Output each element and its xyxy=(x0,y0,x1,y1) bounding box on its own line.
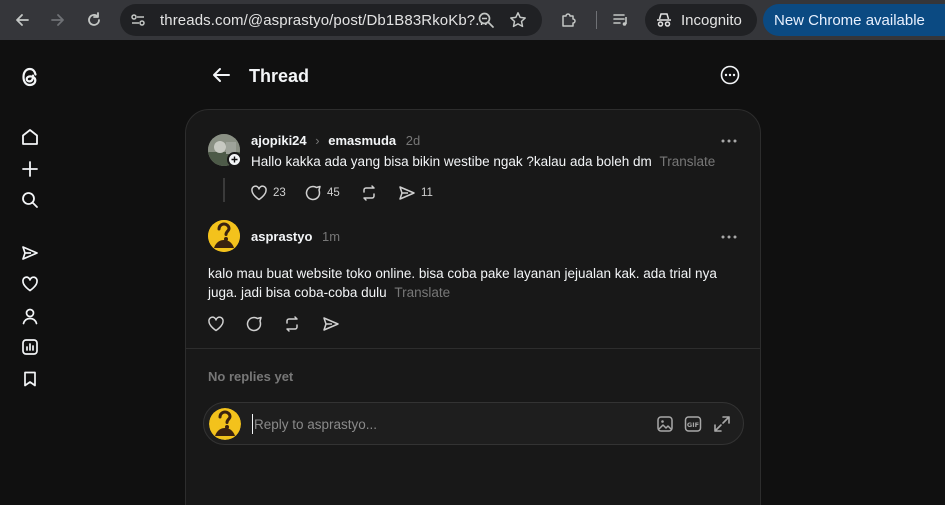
author-name[interactable]: ajopiki24 xyxy=(251,133,307,148)
thread-header: Thread xyxy=(186,40,760,110)
post-time: 1m xyxy=(322,229,341,244)
post-menu-button[interactable] xyxy=(719,134,739,148)
comment-count: 45 xyxy=(327,187,340,199)
post-text: kalo mau buat website toko online. bisa … xyxy=(208,266,717,300)
more-horizontal-icon xyxy=(721,235,737,239)
create-icon[interactable] xyxy=(19,158,41,180)
repost-icon xyxy=(286,316,298,332)
heart-icon[interactable] xyxy=(19,273,41,295)
comment-button[interactable]: 45 xyxy=(304,184,340,202)
repost-button[interactable] xyxy=(283,315,306,333)
heart-icon xyxy=(208,316,224,332)
avatar xyxy=(209,408,241,440)
post-username[interactable]: asprastyo 1m xyxy=(251,229,340,244)
avatar[interactable] xyxy=(208,220,240,252)
thread-line xyxy=(223,178,225,202)
more-options-button[interactable] xyxy=(720,65,740,85)
translate-link[interactable]: Translate xyxy=(394,285,450,300)
send-icon[interactable] xyxy=(19,242,41,264)
media-controls-icon[interactable] xyxy=(607,6,635,34)
share-button[interactable] xyxy=(322,315,345,333)
threads-logo-icon[interactable] xyxy=(19,66,41,88)
insights-icon[interactable] xyxy=(19,336,41,358)
share-button[interactable]: 11 xyxy=(398,184,433,202)
follow-plus-icon[interactable] xyxy=(227,152,242,167)
send-icon xyxy=(399,186,415,200)
back-button[interactable] xyxy=(210,64,234,88)
update-chrome-button[interactable]: New Chrome available xyxy=(763,4,945,36)
extensions-icon[interactable] xyxy=(555,6,583,34)
browser-toolbar: threads.com/@asprastyo/post/Db1B83RkoKb?… xyxy=(0,0,945,40)
home-icon[interactable] xyxy=(19,126,41,148)
gif-icon[interactable]: GIF xyxy=(682,413,704,435)
saved-icon[interactable] xyxy=(19,368,41,390)
post-body: kalo mau buat website toko online. bisa … xyxy=(208,264,738,302)
comment-icon xyxy=(305,185,321,201)
zoom-icon[interactable] xyxy=(472,6,500,34)
profile-icon[interactable] xyxy=(19,305,41,327)
comment-button[interactable] xyxy=(245,315,268,333)
incognito-icon xyxy=(657,13,671,27)
post-text: Hallo kakka ada yang bisa bikin westibe … xyxy=(251,154,652,169)
toolbar-divider xyxy=(596,11,597,29)
reply-to-name[interactable]: emasmuda xyxy=(328,133,396,148)
address-bar[interactable]: threads.com/@asprastyo/post/Db1B83RkoKb?… xyxy=(120,4,542,36)
back-arrow-icon[interactable] xyxy=(8,6,36,34)
like-button[interactable]: 23 xyxy=(250,184,286,202)
post-body: Hallo kakka ada yang bisa bikin westibe … xyxy=(251,152,741,171)
more-circle-icon xyxy=(720,65,740,85)
share-count: 11 xyxy=(421,187,433,199)
incognito-label: Incognito xyxy=(681,11,742,29)
no-replies-label: No replies yet xyxy=(208,369,294,384)
site-settings-icon[interactable] xyxy=(124,6,152,34)
more-horizontal-icon xyxy=(721,139,737,143)
page-title: Thread xyxy=(249,66,310,86)
svg-text:GIF: GIF xyxy=(687,421,699,429)
reply-input[interactable] xyxy=(252,414,632,434)
search-icon[interactable] xyxy=(19,189,41,211)
threads-page: Thread ajopiki24 › emasmuda 2d Hallo kak… xyxy=(0,40,945,505)
reply-composer[interactable]: GIF xyxy=(203,402,744,445)
forward-arrow-icon[interactable] xyxy=(44,6,72,34)
post-username[interactable]: ajopiki24 › emasmuda 2d xyxy=(251,133,420,148)
translate-link[interactable]: Translate xyxy=(660,154,716,169)
comment-icon xyxy=(246,316,262,332)
section-divider xyxy=(186,348,760,349)
bookmark-star-icon[interactable] xyxy=(504,6,532,34)
attach-image-icon[interactable] xyxy=(654,413,676,435)
chevron-right-icon: › xyxy=(315,133,320,148)
url-text[interactable]: threads.com/@asprastyo/post/Db1B83RkoKb?… xyxy=(160,12,488,29)
post-menu-button[interactable] xyxy=(719,230,739,244)
expand-icon[interactable] xyxy=(711,413,733,435)
incognito-badge[interactable]: Incognito xyxy=(645,4,757,36)
author-name[interactable]: asprastyo xyxy=(251,229,312,244)
repost-button[interactable] xyxy=(360,184,383,202)
left-navigation xyxy=(0,40,60,505)
arrow-left-icon xyxy=(213,68,230,82)
thread-card: ajopiki24 › emasmuda 2d Hallo kakka ada … xyxy=(185,109,761,505)
like-count: 23 xyxy=(273,187,286,199)
send-icon xyxy=(323,317,339,331)
repost-icon xyxy=(363,185,375,201)
post-time: 2d xyxy=(405,133,421,148)
reload-icon[interactable] xyxy=(80,6,108,34)
heart-icon xyxy=(251,185,267,201)
like-button[interactable] xyxy=(207,315,230,333)
